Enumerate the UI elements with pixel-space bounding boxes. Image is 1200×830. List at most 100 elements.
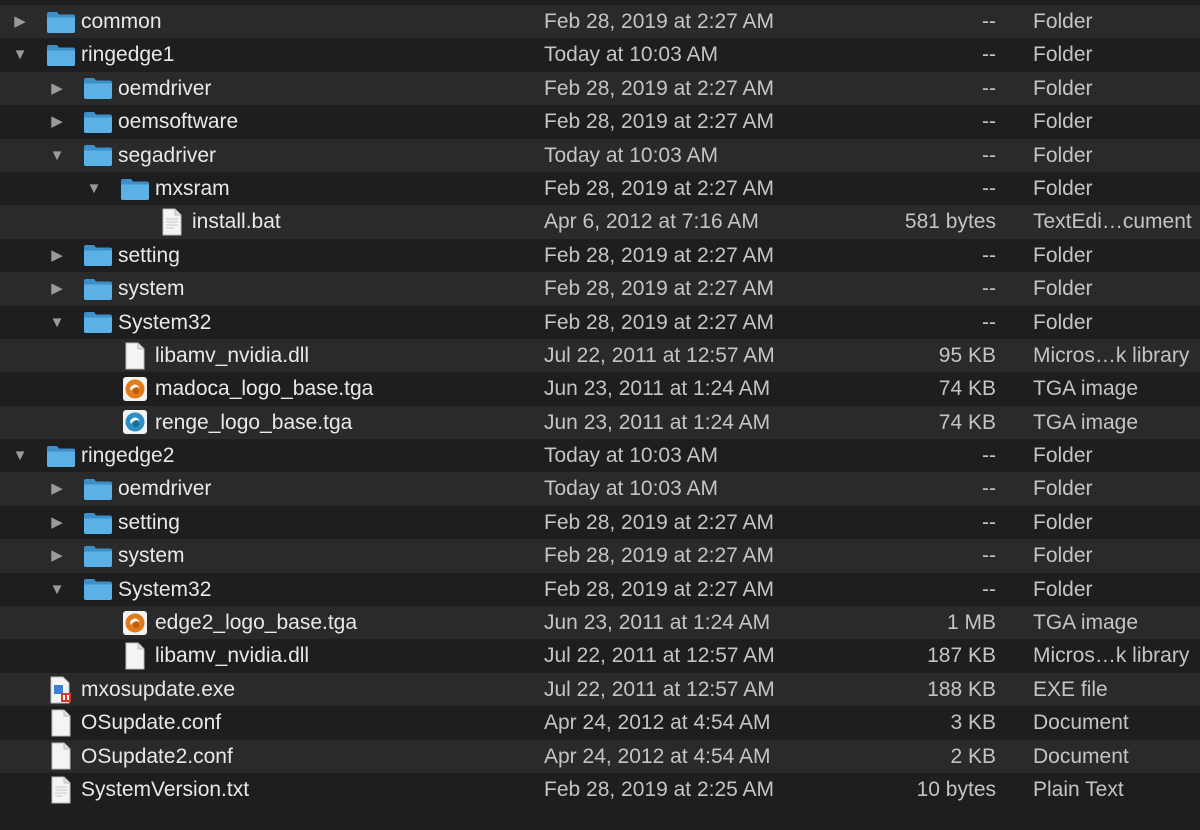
list-row[interactable]: SystemVersion.txt Feb 28, 2019 at 2:25 AM… [0, 772, 1200, 807]
folder-icon [82, 573, 114, 606]
disclosure-triangle-collapsed-icon[interactable]: ▶ [47, 506, 67, 539]
date-modified: Feb 28, 2019 at 2:27 AM [544, 243, 774, 267]
file-size: 74 KB [938, 377, 996, 401]
date-modified: Today at 10:03 AM [544, 143, 718, 167]
disclosure-triangle-expanded-icon[interactable]: ▼ [84, 172, 104, 205]
date-modified: Jun 23, 2011 at 1:24 AM [544, 410, 771, 434]
date-modified: Today at 10:03 AM [544, 43, 718, 67]
file-kind: TextEdi…cument [1033, 210, 1192, 234]
file-size: 95 KB [938, 343, 996, 367]
list-row[interactable]: OSupdate.conf Apr 24, 2012 at 4:54 AM 3 KB… [0, 706, 1200, 740]
date-modified: Feb 28, 2019 at 2:27 AM [544, 110, 774, 134]
disclosure-triangle-collapsed-icon[interactable]: ▶ [47, 239, 67, 272]
disclosure-triangle-expanded-icon[interactable]: ▼ [47, 139, 67, 172]
list-row[interactable]: ▶ oemdriver Feb 28, 2019 at 2:27 AM -- Folde… [0, 71, 1200, 106]
folder-icon [119, 172, 151, 205]
disclosure-triangle-collapsed-icon[interactable]: ▶ [10, 5, 30, 38]
file-name: System32 [118, 577, 212, 601]
folder-icon [82, 105, 114, 138]
date-modified: Today at 10:03 AM [544, 444, 718, 468]
orange-logo-icon [119, 372, 151, 405]
date-modified: Apr 6, 2012 at 7:16 AM [544, 210, 759, 234]
file-name: OSupdate.conf [81, 711, 222, 735]
disclosure-triangle-collapsed-icon[interactable]: ▶ [47, 472, 67, 505]
text-document-icon [156, 205, 188, 238]
list-row[interactable]: ▶ system Feb 28, 2019 at 2:27 AM -- Folder [0, 539, 1200, 573]
date-modified: Feb 28, 2019 at 2:27 AM [544, 10, 774, 33]
disclosure-triangle-collapsed-icon[interactable]: ▶ [47, 539, 67, 572]
file-name: system [118, 277, 185, 301]
disclosure-triangle-collapsed-icon[interactable]: ▶ [47, 105, 67, 138]
file-kind: Folder [1033, 544, 1093, 568]
folder-icon [82, 72, 114, 105]
list-row[interactable]: ▶ oemsoftware Feb 28, 2019 at 2:27 AM -- Fol… [0, 105, 1200, 139]
list-row[interactable]: install.bat Apr 6, 2012 at 7:16 AM 581 byt… [0, 205, 1200, 239]
file-name: libamv_nvidia.dll [155, 644, 310, 668]
date-modified: Jul 22, 2011 at 12:57 AM [544, 677, 775, 701]
date-modified: Feb 28, 2019 at 2:27 AM [544, 544, 774, 568]
file-name: renge_logo_base.tga [155, 410, 353, 434]
file-kind: Document [1033, 744, 1129, 768]
list-row[interactable]: OSupdate2.conf Apr 24, 2012 at 4:54 AM 2 K… [0, 739, 1200, 773]
date-modified: Apr 24, 2012 at 4:54 AM [544, 744, 771, 768]
date-modified: Today at 10:03 AM [544, 477, 718, 501]
file-kind: Folder [1033, 243, 1093, 267]
list-row[interactable]: madoca_logo_base.tga Jun 23, 2011 at 1:24… [0, 372, 1200, 406]
date-modified: Feb 28, 2019 at 2:27 AM [544, 277, 774, 301]
date-modified: Apr 24, 2012 at 4:54 AM [544, 711, 771, 735]
date-modified: Feb 28, 2019 at 2:25 AM [544, 777, 774, 801]
file-name: SystemVersion.txt [81, 777, 250, 801]
list-row[interactable]: ▶ system Feb 28, 2019 at 2:27 AM -- Folder [0, 272, 1200, 306]
disclosure-triangle-collapsed-icon[interactable]: ▶ [47, 272, 67, 305]
list-row[interactable]: ▼ segadriver Today at 10:03 AM -- Folder [0, 138, 1200, 172]
list-row[interactable]: ▶ oemdriver Today at 10:03 AM -- Folder [0, 472, 1200, 506]
file-kind: Folder [1033, 577, 1093, 601]
folder-icon [82, 506, 114, 539]
file-kind: Folder [1033, 310, 1093, 334]
file-size: 581 bytes [904, 210, 996, 234]
list-row[interactable]: ▼ System32 Feb 28, 2019 at 2:27 AM -- Folder [0, 572, 1200, 607]
file-size: -- [982, 43, 996, 67]
list-row[interactable]: ▶ setting Feb 28, 2019 at 2:27 AM -- Folder [0, 505, 1200, 540]
list-row[interactable]: renge_logo_base.tga Jun 23, 2011 at 1:24 … [0, 405, 1200, 440]
list-row[interactable]: libamv_nvidia.dll Jul 22, 2011 at 12:57 A… [0, 639, 1200, 673]
file-kind: Micros…k library [1033, 343, 1190, 367]
document-icon [119, 339, 151, 372]
file-size: -- [982, 176, 996, 200]
file-kind: Folder [1033, 43, 1093, 67]
date-modified: Feb 28, 2019 at 2:27 AM [544, 76, 774, 100]
disclosure-triangle-expanded-icon[interactable]: ▼ [10, 439, 30, 472]
file-size: -- [982, 243, 996, 267]
list-row[interactable]: mxosupdate.exe Jul 22, 2011 at 12:57 AM 18… [0, 672, 1200, 707]
file-kind: Folder [1033, 477, 1093, 501]
file-name: ringedge1 [81, 43, 175, 67]
list-row[interactable]: ▼ mxsram Feb 28, 2019 at 2:27 AM -- Folder [0, 171, 1200, 206]
list-row[interactable]: edge2_logo_base.tga Jun 23, 2011 at 1:24 … [0, 606, 1200, 640]
list-row[interactable]: ▶ setting Feb 28, 2019 at 2:27 AM -- Folder [0, 238, 1200, 273]
file-size: 74 KB [938, 410, 996, 434]
file-name: oemsoftware [118, 110, 239, 134]
folder-icon [82, 306, 114, 339]
file-kind: Folder [1033, 510, 1093, 534]
date-modified: Feb 28, 2019 at 2:27 AM [544, 510, 774, 534]
disclosure-triangle-collapsed-icon[interactable]: ▶ [47, 72, 67, 105]
file-name: segadriver [118, 143, 217, 167]
folder-icon [45, 38, 77, 71]
file-kind: Folder [1033, 277, 1093, 301]
disclosure-triangle-expanded-icon[interactable]: ▼ [47, 306, 67, 339]
file-size: -- [982, 310, 996, 334]
file-kind: Folder [1033, 76, 1093, 100]
disclosure-triangle-expanded-icon[interactable]: ▼ [10, 38, 30, 71]
file-kind: Folder [1033, 110, 1093, 134]
file-name: install.bat [192, 210, 281, 234]
file-name: setting [118, 243, 180, 267]
disclosure-triangle-expanded-icon[interactable]: ▼ [47, 573, 67, 606]
list-row[interactable]: ▼ ringedge1 Today at 10:03 AM -- Folder [0, 38, 1200, 72]
list-row[interactable]: ▼ System32 Feb 28, 2019 at 2:27 AM -- Folder [0, 305, 1200, 339]
list-row[interactable]: ▼ ringedge2 Today at 10:03 AM -- Folder [0, 439, 1200, 473]
file-name: system [118, 544, 185, 568]
date-modified: Feb 28, 2019 at 2:27 AM [544, 577, 774, 601]
list-row[interactable]: ▶ common Feb 28, 2019 at 2:27 AM -- Folder [0, 5, 1200, 39]
list-row[interactable]: libamv_nvidia.dll Jul 22, 2011 at 12:57 A… [0, 338, 1200, 373]
file-size: -- [982, 277, 996, 301]
